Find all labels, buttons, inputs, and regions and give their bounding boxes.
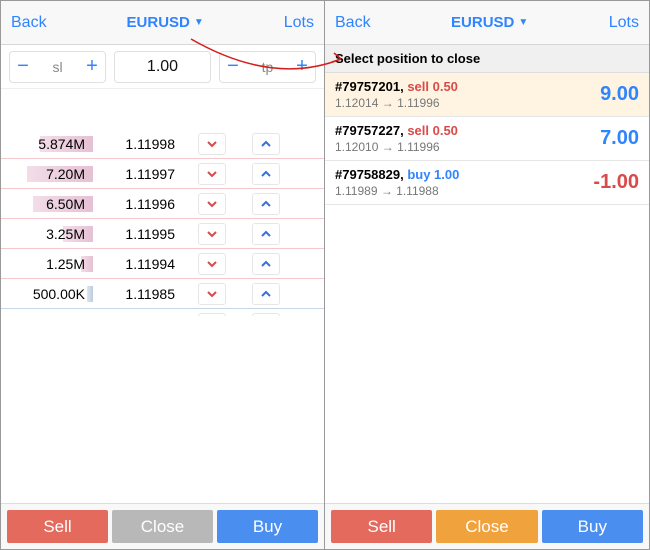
depth-price: 1.11998 xyxy=(93,136,185,152)
position-row[interactable]: #79757201, sell 0.50 1.12014 → 1.11996 9… xyxy=(325,73,649,117)
position-row[interactable]: #79757227, sell 0.50 1.12010 → 1.11996 7… xyxy=(325,117,649,161)
position-title: #79757227, sell 0.50 xyxy=(335,123,458,138)
sell-at-price-button[interactable] xyxy=(198,283,226,305)
position-title: #79757201, sell 0.50 xyxy=(335,79,458,94)
depth-volume: 6.50M xyxy=(1,196,93,212)
sell-at-price-button[interactable] xyxy=(198,163,226,185)
position-pl: 7.00 xyxy=(600,127,639,150)
back-button[interactable]: Back xyxy=(11,14,47,32)
tp-plus-button[interactable]: + xyxy=(289,52,315,82)
depth-price: 1.11994 xyxy=(93,256,185,272)
topbar: Back EURUSD ▼ Lots xyxy=(1,1,324,45)
symbol-selector[interactable]: EURUSD ▼ xyxy=(127,14,204,31)
tp-stepper[interactable]: − tp + xyxy=(219,51,316,83)
depth-volume: 1.45M xyxy=(1,316,93,317)
sell-at-price-button[interactable] xyxy=(198,193,226,215)
symbol-label: EURUSD xyxy=(127,14,190,31)
sell-button[interactable]: Sell xyxy=(7,510,108,543)
buy-at-price-button[interactable] xyxy=(252,253,280,275)
lots-button[interactable]: Lots xyxy=(609,14,639,32)
depth-volume: 5.874M xyxy=(1,136,93,152)
lots-button[interactable]: Lots xyxy=(284,14,314,32)
sl-minus-button[interactable]: − xyxy=(10,52,36,82)
sell-button[interactable]: Sell xyxy=(331,510,432,543)
depth-row: 500.00K 1.11985 xyxy=(1,279,324,309)
positions-list: #79757201, sell 0.50 1.12014 → 1.11996 9… xyxy=(325,73,649,503)
depth-row: 1.45M 1.11984 xyxy=(1,309,324,316)
sl-plus-button[interactable]: + xyxy=(79,52,105,82)
sl-field[interactable]: sl xyxy=(36,59,79,75)
action-bar: Sell Close Buy xyxy=(325,503,649,549)
symbol-selector[interactable]: EURUSD ▼ xyxy=(451,14,528,31)
depth-volume: 7.20M xyxy=(1,166,93,182)
positions-header: Select position to close xyxy=(325,45,649,73)
buy-at-price-button[interactable] xyxy=(252,193,280,215)
spacer xyxy=(1,89,324,129)
order-controls: − sl + 1.00 − tp + xyxy=(1,45,324,89)
position-prices: 1.12010 → 1.11996 xyxy=(335,140,458,154)
position-prices: 1.12014 → 1.11996 xyxy=(335,96,458,110)
depth-row: 7.20M 1.11997 xyxy=(1,159,324,189)
chevron-down-icon: ▼ xyxy=(518,17,528,28)
symbol-label: EURUSD xyxy=(451,14,514,31)
buy-button[interactable]: Buy xyxy=(542,510,643,543)
topbar: Back EURUSD ▼ Lots xyxy=(325,1,649,45)
tp-field[interactable]: tp xyxy=(246,59,289,75)
depth-price: 1.11995 xyxy=(93,226,185,242)
buy-at-price-button[interactable] xyxy=(252,163,280,185)
depth-volume: 1.25M xyxy=(1,256,93,272)
tp-minus-button[interactable]: − xyxy=(220,52,246,82)
chevron-down-icon: ▼ xyxy=(194,17,204,28)
depth-row: 6.50M 1.11996 xyxy=(1,189,324,219)
sell-at-price-button[interactable] xyxy=(198,223,226,245)
sell-at-price-button[interactable] xyxy=(198,133,226,155)
depth-row: 1.25M 1.11994 xyxy=(1,249,324,279)
sl-stepper[interactable]: − sl + xyxy=(9,51,106,83)
position-pl: 9.00 xyxy=(600,83,639,106)
position-pl: -1.00 xyxy=(593,171,639,194)
order-pane: Back EURUSD ▼ Lots − sl + 1.00 − tp + 5.… xyxy=(1,1,325,549)
buy-at-price-button[interactable] xyxy=(252,223,280,245)
market-depth: 5.874M 1.11998 7.20M 1.11997 6.50M 1.119… xyxy=(1,129,324,316)
depth-price: 1.11996 xyxy=(93,196,185,212)
volume-field[interactable]: 1.00 xyxy=(115,58,210,76)
buy-at-price-button[interactable] xyxy=(252,133,280,155)
depth-price: 1.11985 xyxy=(93,286,185,302)
depth-row: 3.25M 1.11995 xyxy=(1,219,324,249)
depth-price: 1.11997 xyxy=(93,166,185,182)
sell-at-price-button[interactable] xyxy=(198,253,226,275)
back-button[interactable]: Back xyxy=(335,14,371,32)
position-title: #79758829, buy 1.00 xyxy=(335,167,459,182)
depth-volume: 500.00K xyxy=(1,286,93,302)
position-prices: 1.11989 → 1.11988 xyxy=(335,184,459,198)
spacer xyxy=(1,316,324,503)
close-button[interactable]: Close xyxy=(112,510,213,543)
depth-row: 5.874M 1.11998 xyxy=(1,129,324,159)
close-button[interactable]: Close xyxy=(436,510,537,543)
positions-pane: Back EURUSD ▼ Lots Select position to cl… xyxy=(325,1,649,549)
buy-button[interactable]: Buy xyxy=(217,510,318,543)
depth-volume: 3.25M xyxy=(1,226,93,242)
action-bar: Sell Close Buy xyxy=(1,503,324,549)
position-row[interactable]: #79758829, buy 1.00 1.11989 → 1.11988 -1… xyxy=(325,161,649,205)
buy-at-price-button[interactable] xyxy=(252,283,280,305)
volume-stepper[interactable]: 1.00 xyxy=(114,51,211,83)
